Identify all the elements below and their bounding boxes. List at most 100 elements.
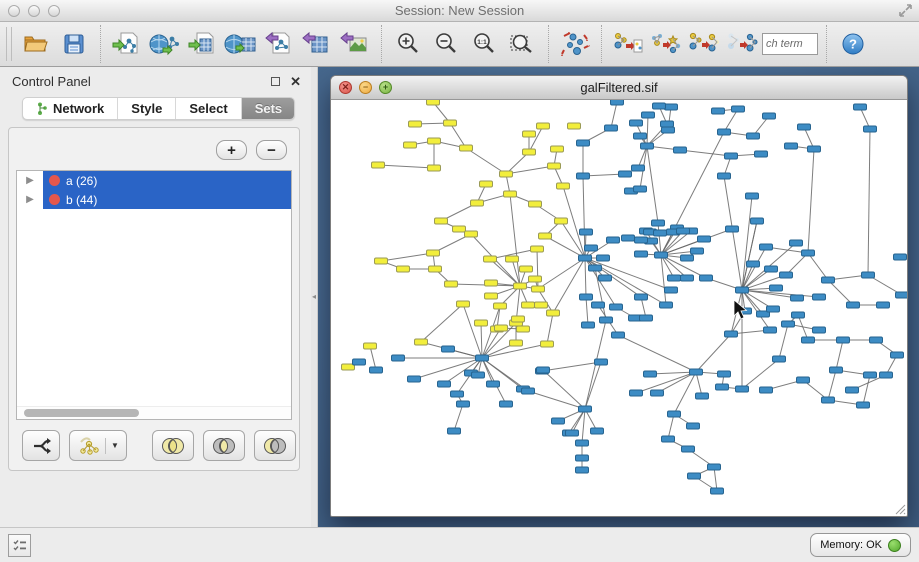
blue-node[interactable] bbox=[451, 391, 464, 397]
yellow-set-node[interactable] bbox=[457, 301, 470, 307]
blue-node[interactable] bbox=[755, 151, 768, 157]
yellow-set-node[interactable] bbox=[517, 326, 530, 332]
zoom-in-button[interactable] bbox=[390, 25, 426, 63]
blue-node[interactable] bbox=[696, 393, 709, 399]
window-controls[interactable] bbox=[8, 5, 60, 17]
blue-node[interactable] bbox=[760, 244, 773, 250]
minimize-network-window-button[interactable]: − bbox=[359, 81, 372, 94]
blue-node[interactable] bbox=[718, 173, 731, 179]
expander-triangle-icon[interactable]: ▶ bbox=[17, 175, 43, 186]
yellow-set-node[interactable] bbox=[506, 256, 519, 262]
new-network-from-selected-edges-button[interactable] bbox=[724, 25, 760, 63]
apply-layout-button[interactable] bbox=[557, 25, 593, 63]
blue-node[interactable] bbox=[438, 381, 451, 387]
blue-node[interactable] bbox=[718, 129, 731, 135]
yellow-set-node[interactable] bbox=[484, 256, 497, 262]
network-graph[interactable] bbox=[331, 100, 907, 516]
yellow-set-node[interactable] bbox=[495, 325, 508, 331]
blue-node[interactable] bbox=[798, 124, 811, 130]
open-session-button[interactable] bbox=[18, 25, 54, 63]
blue-node[interactable] bbox=[813, 294, 826, 300]
yellow-set-node[interactable] bbox=[531, 246, 544, 252]
blue-node[interactable] bbox=[802, 250, 815, 256]
zoom-actual-size-button[interactable]: 1:1 bbox=[466, 25, 502, 63]
blue-node[interactable] bbox=[764, 327, 777, 333]
blue-node[interactable] bbox=[635, 237, 648, 243]
blue-node[interactable] bbox=[566, 430, 579, 436]
blue-node[interactable] bbox=[500, 401, 513, 407]
blue-node[interactable] bbox=[718, 371, 731, 377]
blue-node[interactable] bbox=[837, 337, 850, 343]
float-panel-icon[interactable] bbox=[271, 77, 280, 86]
blue-node[interactable] bbox=[589, 265, 602, 271]
yellow-set-node[interactable] bbox=[445, 281, 458, 287]
blue-node[interactable] bbox=[353, 359, 366, 365]
blue-node[interactable] bbox=[585, 245, 598, 251]
minimize-window-button[interactable] bbox=[28, 5, 40, 17]
task-history-button[interactable] bbox=[8, 534, 31, 557]
blue-node[interactable] bbox=[552, 418, 565, 424]
blue-node[interactable] bbox=[813, 327, 826, 333]
yellow-set-node[interactable] bbox=[471, 200, 484, 206]
blue-node[interactable] bbox=[599, 275, 612, 281]
blue-node[interactable] bbox=[725, 153, 738, 159]
blue-node[interactable] bbox=[765, 266, 778, 272]
export-table-button[interactable] bbox=[299, 25, 335, 63]
blue-node[interactable] bbox=[767, 306, 780, 312]
blue-node[interactable] bbox=[708, 464, 721, 470]
blue-node[interactable] bbox=[610, 304, 623, 310]
blue-node[interactable] bbox=[665, 287, 678, 293]
blue-node[interactable] bbox=[635, 294, 648, 300]
add-set-button[interactable]: + bbox=[216, 140, 247, 160]
import-network-database-button[interactable] bbox=[147, 25, 183, 63]
blue-node[interactable] bbox=[700, 275, 713, 281]
yellow-set-node[interactable] bbox=[535, 302, 548, 308]
blue-node[interactable] bbox=[457, 401, 470, 407]
yellow-set-node[interactable] bbox=[504, 191, 517, 197]
blue-node[interactable] bbox=[640, 315, 653, 321]
blue-node[interactable] bbox=[522, 388, 535, 394]
blue-node[interactable] bbox=[677, 228, 690, 234]
dropdown-arrow-icon[interactable]: ▼ bbox=[105, 438, 119, 454]
yellow-set-node[interactable] bbox=[372, 162, 385, 168]
fullscreen-icon[interactable] bbox=[898, 3, 913, 18]
yellow-set-node[interactable] bbox=[514, 283, 527, 289]
tab-style[interactable]: Style bbox=[118, 98, 176, 119]
yellow-set-node[interactable] bbox=[397, 266, 410, 272]
blue-node[interactable] bbox=[662, 436, 675, 442]
yellow-set-node[interactable] bbox=[555, 218, 568, 224]
split-set-button[interactable] bbox=[22, 430, 60, 461]
resize-grip-icon[interactable] bbox=[892, 501, 906, 515]
yellow-set-node[interactable] bbox=[548, 163, 561, 169]
blue-node[interactable] bbox=[726, 226, 739, 232]
blue-node[interactable] bbox=[880, 372, 893, 378]
yellow-set-node[interactable] bbox=[480, 181, 493, 187]
blue-node[interactable] bbox=[822, 397, 835, 403]
blue-node[interactable] bbox=[797, 377, 810, 383]
blue-node[interactable] bbox=[472, 372, 485, 378]
yellow-set-node[interactable] bbox=[415, 339, 428, 345]
blue-node[interactable] bbox=[611, 100, 624, 105]
import-network-file-button[interactable] bbox=[109, 25, 145, 63]
blue-node[interactable] bbox=[442, 346, 455, 352]
blue-node[interactable] bbox=[619, 171, 632, 177]
zoom-selected-region-button[interactable] bbox=[504, 25, 540, 63]
save-session-button[interactable] bbox=[56, 25, 92, 63]
close-window-button[interactable] bbox=[8, 5, 20, 17]
yellow-set-node[interactable] bbox=[537, 123, 550, 129]
yellow-set-node[interactable] bbox=[475, 320, 488, 326]
blue-node[interactable] bbox=[655, 252, 668, 258]
blue-node[interactable] bbox=[370, 367, 383, 373]
blue-node[interactable] bbox=[634, 133, 647, 139]
zoom-out-button[interactable] bbox=[428, 25, 464, 63]
blue-node[interactable] bbox=[653, 103, 666, 109]
panel-splitter[interactable]: ◂ bbox=[311, 67, 318, 527]
blue-node[interactable] bbox=[600, 317, 613, 323]
blue-node[interactable] bbox=[687, 423, 700, 429]
blue-node[interactable] bbox=[682, 446, 695, 452]
blue-node[interactable] bbox=[847, 302, 860, 308]
horizontal-scrollbar[interactable] bbox=[17, 406, 291, 419]
blue-node[interactable] bbox=[448, 428, 461, 434]
yellow-set-node[interactable] bbox=[485, 280, 498, 286]
network-view-window[interactable]: ✕ − + galFiltered.sif bbox=[330, 75, 908, 517]
